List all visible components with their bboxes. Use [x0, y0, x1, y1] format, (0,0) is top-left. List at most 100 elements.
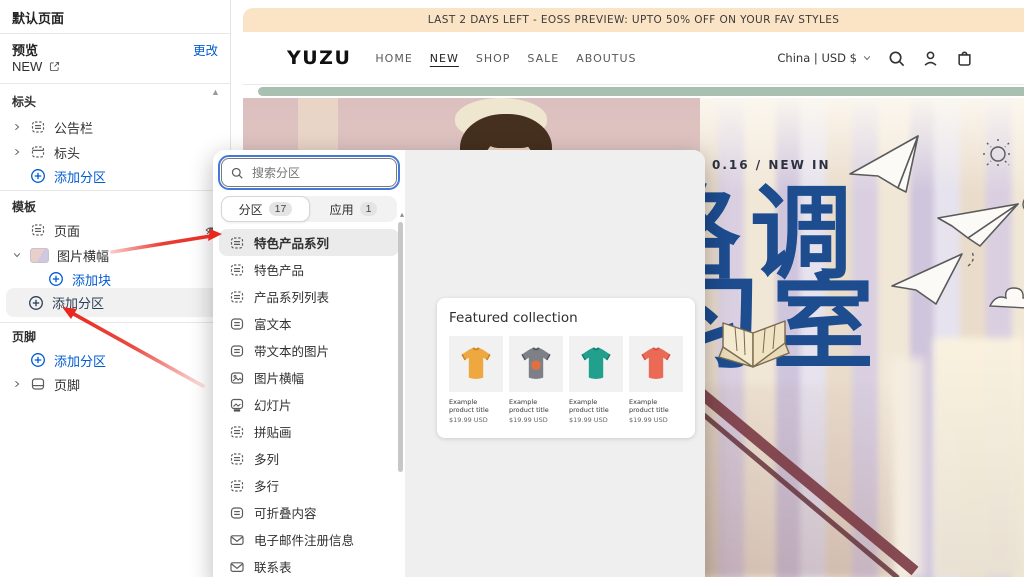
section-item-label: 富文本 — [254, 314, 292, 333]
email-icon — [229, 532, 245, 548]
editor-sidebar: 默认页面 预览 更改 NEW ▲ 标头 公告栏 标头 添加分区 模板 — [0, 0, 231, 577]
add-section-label: 添加分区 — [54, 167, 106, 186]
section-icon — [229, 451, 245, 467]
nav-item-aboutus[interactable]: ABOUTUS — [576, 52, 636, 65]
section-type-list: 特色产品系列 特色产品 产品系列列表 富文本 带文本的图片 图片横幅 幻灯片 拼… — [213, 229, 405, 577]
nav-item-shop[interactable]: SHOP — [476, 52, 511, 65]
section-item-label: 联系表 — [254, 557, 292, 576]
locale-label: China | USD $ — [777, 51, 857, 65]
tab-sections[interactable]: 分区 17 — [221, 196, 310, 222]
girl-fringe — [482, 132, 538, 148]
chevron-down-icon[interactable] — [12, 250, 22, 260]
section-item-collection-list[interactable]: 产品系列列表 — [219, 283, 399, 310]
search-icon[interactable] — [887, 49, 906, 68]
section-search-input[interactable] — [250, 165, 388, 181]
image-banner-thumbnail — [30, 248, 49, 263]
section-item-image-with-text[interactable]: 带文本的图片 — [219, 337, 399, 364]
plus-circle-icon — [48, 271, 64, 287]
add-section-button-template[interactable]: 添加分区 — [6, 288, 224, 317]
richtext-icon — [229, 343, 245, 359]
paper-planes-doodle — [840, 126, 1024, 341]
product-card: Example product title $19.99 USD — [509, 336, 563, 424]
chevron-down-icon — [862, 53, 872, 63]
section-icon — [229, 478, 245, 494]
section-item-slideshow[interactable]: 幻灯片 — [219, 391, 399, 418]
section-item-multicolumn[interactable]: 多列 — [219, 445, 399, 472]
section-item-featured-collection[interactable]: 特色产品系列 — [219, 229, 399, 256]
section-item-collage[interactable]: 拼贴画 — [219, 418, 399, 445]
chevron-right-icon[interactable] — [12, 147, 22, 157]
tab-apps[interactable]: 应用 1 — [310, 196, 397, 222]
section-item-email-signup[interactable]: 电子邮件注册信息 — [219, 526, 399, 553]
header-group-label: 标头 — [12, 93, 36, 110]
add-section-label: 添加分区 — [52, 293, 104, 312]
product-card: Example product title $19.99 USD — [629, 336, 683, 424]
sidebar-item-image-banner[interactable]: 图片横幅 — [12, 243, 109, 267]
sidebar-item-page[interactable]: 页面 — [30, 218, 218, 242]
nav-item-sale[interactable]: SALE — [527, 52, 559, 65]
banner-top-strip — [258, 87, 1024, 96]
section-item-image-banner[interactable]: 图片横幅 — [219, 364, 399, 391]
sidebar-item-header[interactable]: 标头 — [12, 140, 80, 164]
plus-circle-icon — [28, 295, 44, 311]
richtext-icon — [229, 316, 245, 332]
announcement-text: LAST 2 DAYS LEFT - EOSS PREVIEW: UPTO 50… — [428, 14, 840, 26]
preview-page-name: NEW — [12, 59, 42, 74]
section-item-multirow[interactable]: 多行 — [219, 472, 399, 499]
divider — [0, 33, 230, 34]
sidebar-item-label: 页脚 — [54, 375, 80, 394]
section-icon — [30, 119, 46, 135]
section-item-label: 特色产品系列 — [254, 233, 329, 252]
section-search-box[interactable] — [221, 158, 397, 187]
theme-editor: 默认页面 预览 更改 NEW ▲ 标头 公告栏 标头 添加分区 模板 — [0, 0, 1024, 577]
section-item-collapsible-content[interactable]: 可折叠内容 — [219, 499, 399, 526]
sidebar-item-announcement-bar[interactable]: 公告栏 — [12, 115, 93, 139]
section-preview-panel: Featured collection Example product titl… — [405, 150, 705, 577]
chevron-right-icon[interactable] — [12, 122, 22, 132]
account-icon[interactable] — [921, 49, 940, 68]
change-preview-link[interactable]: 更改 — [193, 40, 218, 59]
product-image — [449, 336, 503, 392]
divider — [0, 83, 230, 84]
image-icon — [229, 370, 245, 386]
sidebar-scroll-up[interactable]: ▲ — [211, 88, 220, 97]
plus-circle-icon — [30, 168, 46, 184]
tshirt-illustration — [456, 346, 496, 382]
add-section-button-footer[interactable]: 添加分区 — [30, 348, 106, 372]
chevron-right-icon[interactable] — [12, 379, 22, 389]
add-block-label: 添加块 — [72, 270, 111, 289]
external-link-icon[interactable] — [48, 60, 61, 73]
add-section-button-header[interactable]: 添加分区 — [30, 164, 106, 188]
banner-date-text: 0.16 / NEW IN — [712, 158, 831, 172]
sidebar-item-label: 图片横幅 — [57, 246, 109, 265]
search-icon — [230, 166, 244, 180]
storefront-nav: YUZU HOME NEW SHOP SALE ABOUTUS China | … — [243, 32, 1024, 85]
nav-item-home[interactable]: HOME — [375, 52, 412, 65]
nav-menu: HOME NEW SHOP SALE ABOUTUS — [375, 52, 636, 65]
popup-scrollbar[interactable] — [398, 222, 403, 472]
popup-scroll-up[interactable]: ▴ — [400, 210, 404, 219]
product-title: Example product title — [509, 398, 563, 415]
sidebar-item-footer[interactable]: 页脚 — [12, 372, 80, 396]
cart-icon[interactable] — [955, 49, 974, 68]
section-item-contact-form[interactable]: 联系表 — [219, 553, 399, 577]
section-item-featured-product[interactable]: 特色产品 — [219, 256, 399, 283]
section-item-rich-text[interactable]: 富文本 — [219, 310, 399, 337]
section-icon — [229, 424, 245, 440]
tshirt-illustration — [576, 346, 616, 382]
product-image — [509, 336, 563, 392]
section-icon — [229, 235, 245, 251]
store-logo[interactable]: YUZU — [287, 47, 351, 69]
plus-circle-icon — [30, 352, 46, 368]
tshirt-illustration — [636, 346, 676, 382]
featured-collection-preview-card: Featured collection Example product titl… — [437, 298, 695, 438]
section-icon — [229, 262, 245, 278]
sidebar-item-label: 页面 — [54, 221, 80, 240]
product-card: Example product title $19.99 USD — [449, 336, 503, 424]
locale-selector[interactable]: China | USD $ — [777, 51, 872, 65]
section-item-label: 多行 — [254, 476, 279, 495]
add-section-popup: 分区 17 应用 1 特色产品系列 特色产品 产品系列列表 富文本 带文本的图片… — [213, 150, 705, 577]
section-icon — [229, 289, 245, 305]
nav-item-new[interactable]: NEW — [430, 52, 459, 65]
tab-label: 应用 — [330, 201, 354, 218]
